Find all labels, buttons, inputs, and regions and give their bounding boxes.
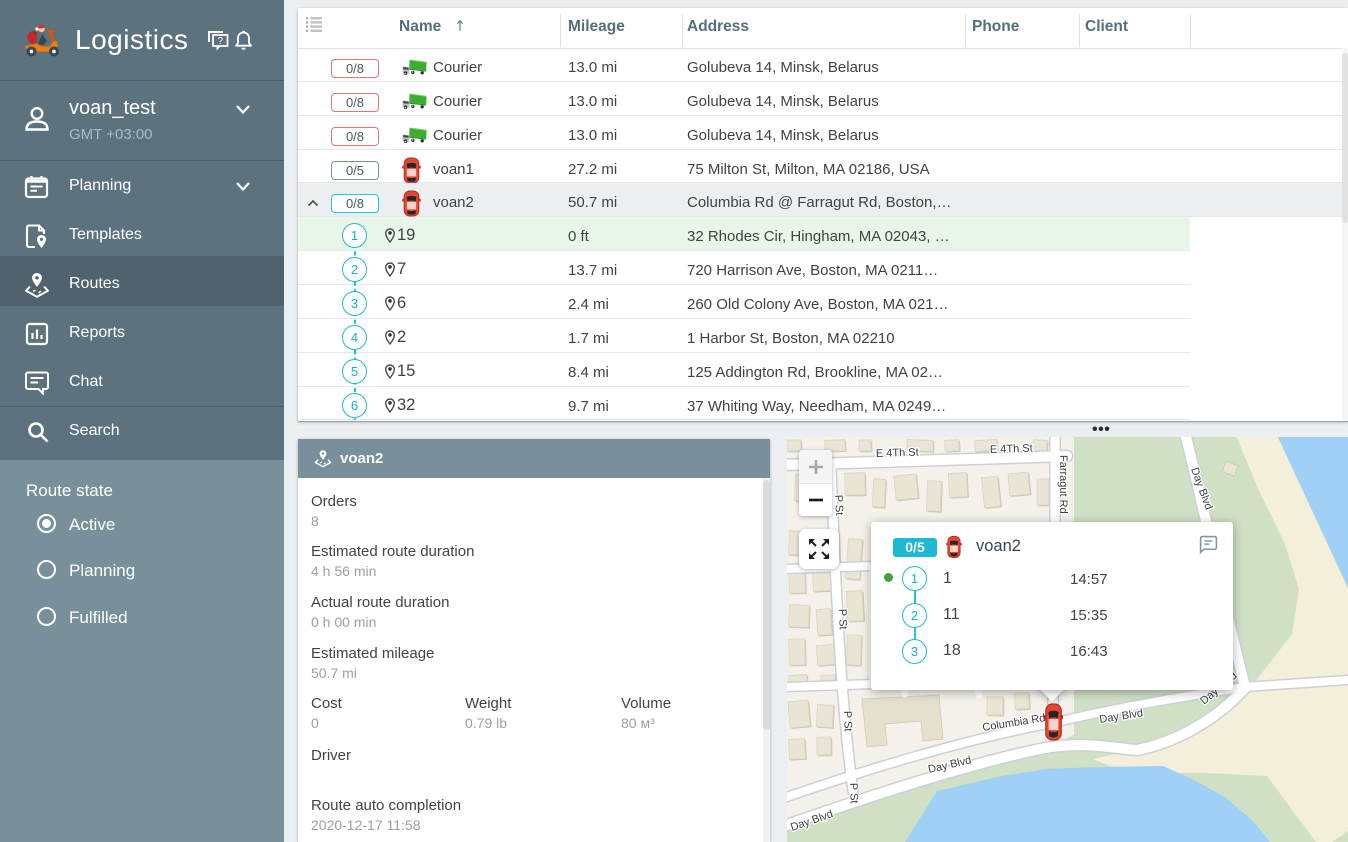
svg-text:Farragut Rd: Farragut Rd <box>1057 455 1069 514</box>
svg-text:P St: P St <box>847 783 860 804</box>
svg-text:E 4Th St: E 4Th St <box>990 443 1033 456</box>
svg-text:P St: P St <box>832 495 845 516</box>
svg-text:P St: P St <box>836 609 849 630</box>
svg-text:P St: P St <box>841 711 854 732</box>
svg-text:?: ? <box>218 36 224 47</box>
svg-text:E 4Th St: E 4Th St <box>876 447 919 460</box>
